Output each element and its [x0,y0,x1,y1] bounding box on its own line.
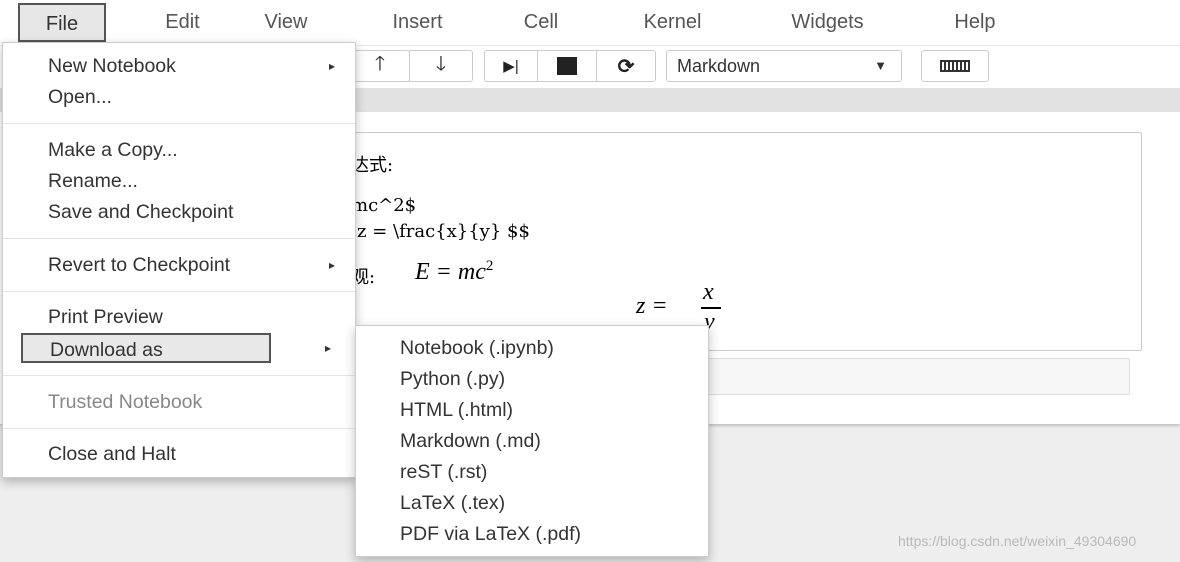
divider [3,375,355,376]
watermark: https://blog.csdn.net/weixin_49304690 [898,533,1137,549]
menubar: File Edit View Insert Cell Kernel Widget… [0,0,1180,46]
cell-text-line: 达式: [351,155,394,176]
download-submenu: Notebook (.ipynb) Python (.py) HTML (.ht… [355,325,709,557]
download-pdf[interactable]: PDF via LaTeX (.pdf) [400,519,581,549]
divider [3,123,355,124]
download-py[interactable]: Python (.py) [400,364,505,394]
menu-view[interactable]: View [245,3,327,42]
run-button[interactable]: ▶| [484,50,538,82]
menu-insert[interactable]: Insert [370,3,465,42]
formula-inline: E = mc2 [415,258,494,285]
download-md[interactable]: Markdown (.md) [400,426,541,456]
menu-item-close-halt[interactable]: Close and Halt [3,439,355,469]
submenu-arrow-icon: ▸ [328,258,335,272]
menu-file[interactable]: File [18,3,106,42]
menu-item-rename[interactable]: Rename... [3,166,355,196]
download-rst[interactable]: reST (.rst) [400,457,487,487]
menu-item-make-copy[interactable]: Make a Copy... [3,135,355,165]
menu-cell[interactable]: Cell [505,3,577,42]
menu-kernel[interactable]: Kernel [620,3,725,42]
submenu-arrow-icon: ▸ [328,59,335,73]
menu-item-revert-checkpoint[interactable]: Revert to Checkpoint ▸ [3,250,355,280]
menu-edit[interactable]: Edit [130,3,235,42]
stop-icon [557,57,577,75]
menu-item-trusted-notebook: Trusted Notebook [48,391,203,413]
download-html[interactable]: HTML (.html) [400,395,513,425]
menu-item-download-as[interactable]: Download as [21,333,271,363]
menu-help[interactable]: Help [935,3,1015,42]
download-ipynb[interactable]: Notebook (.ipynb) [400,333,554,363]
formula-display-lhs: z = [636,293,668,319]
fraction-numerator: x [703,279,714,305]
interrupt-button[interactable] [537,50,597,82]
arrow-up-icon: 🡑 [374,53,386,75]
file-menu: New Notebook ▸ Open... Make a Copy... Ren… [2,42,356,478]
menu-item-save-checkpoint[interactable]: Save and Checkpoint [3,197,355,227]
keyboard-shortcuts-button[interactable] [921,50,989,82]
cell-text-line: z = \frac{x}{y} $$ [357,221,530,242]
divider [3,238,355,239]
arrow-down-icon: 🡓 [435,53,447,75]
markdown-cell[interactable]: 达式: mc^2$ z = \frac{x}{y} $$ 观: E = mc2 … [340,132,1142,351]
divider [3,428,355,429]
menu-item-new-notebook[interactable]: New Notebook ▸ [3,51,355,81]
cell-text-line: mc^2$ [351,195,417,216]
menu-item-print-preview[interactable]: Print Preview [3,302,355,332]
submenu-arrow-icon: ▸ [325,341,332,355]
empty-code-cell[interactable] [690,358,1130,395]
step-forward-icon: ▶| [503,58,519,75]
cell-type-select[interactable]: Markdown ▼ [666,50,902,82]
divider [3,291,355,292]
restart-button[interactable]: ⟳ [596,50,656,82]
refresh-icon: ⟳ [617,55,635,78]
cell-type-value: Markdown [677,56,761,76]
keyboard-icon [940,60,970,72]
move-up-button[interactable]: 🡑 [350,50,410,82]
menu-item-open[interactable]: Open... [3,82,355,112]
move-down-button[interactable]: 🡓 [409,50,473,82]
menu-widgets[interactable]: Widgets [765,3,890,42]
download-tex[interactable]: LaTeX (.tex) [400,488,505,518]
caret-down-icon: ▼ [874,58,887,73]
